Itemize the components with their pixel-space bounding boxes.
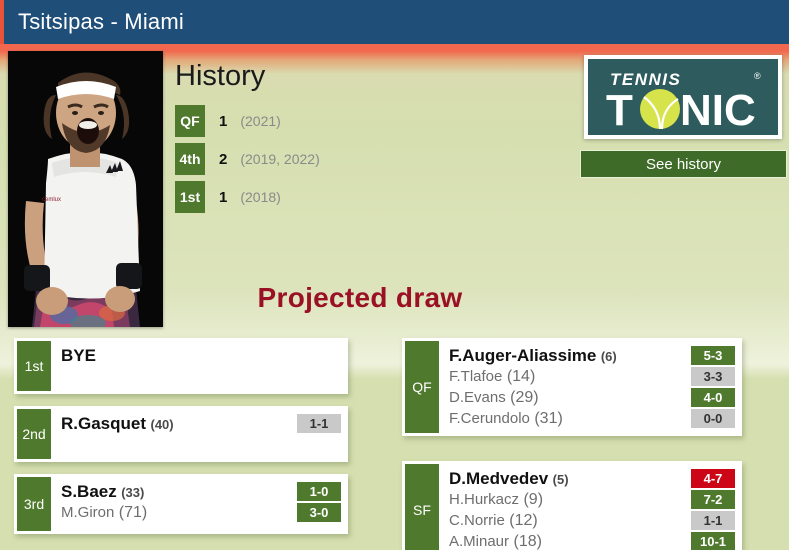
round-badge: 2nd	[17, 409, 51, 459]
head-to-head-score: 1-1	[297, 414, 341, 433]
svg-text:cemlux: cemlux	[42, 197, 61, 203]
svg-text:NIC: NIC	[680, 86, 756, 135]
player-rank: (33)	[121, 484, 145, 500]
player-row[interactable]: S.Baez (33) 1-0	[61, 481, 345, 502]
player-name: R.Gasquet	[61, 413, 147, 433]
head-to-head-score: 4-0	[691, 388, 735, 407]
round-badge: SF	[405, 464, 439, 550]
player-name: F.Cerundolo	[449, 409, 530, 427]
player-row[interactable]: D.Evans (29) 4-0	[449, 387, 739, 408]
player-row[interactable]: M.Giron (71) 3-0	[61, 502, 345, 523]
head-to-head-score: 10-1	[691, 532, 735, 550]
page-title: Tsitsipas - Miami	[18, 9, 184, 34]
player-rank: (6)	[600, 348, 617, 364]
player-row[interactable]: BYE	[61, 345, 345, 366]
player-name: BYE	[61, 345, 96, 365]
player-name: F.Tlafoe	[449, 367, 503, 385]
round-badge: 3rd	[17, 477, 51, 531]
history-count: 1	[219, 188, 228, 206]
player-rank: (9)	[523, 490, 544, 508]
player-row[interactable]: F.Auger-Aliassime (6) 5-3	[449, 345, 739, 366]
see-history-button[interactable]: See history	[580, 150, 787, 178]
player-rank: (40)	[150, 416, 174, 432]
round-badge: 1st	[17, 341, 51, 391]
player-name: S.Baez	[61, 481, 117, 501]
player-row[interactable]: H.Hurkacz (9) 7-2	[449, 489, 739, 510]
card-body: BYE	[51, 341, 345, 391]
draw-card-1st-round[interactable]: 1st BYE	[14, 338, 348, 394]
svg-text:T: T	[606, 86, 633, 135]
head-to-head-score: 5-3	[691, 346, 735, 365]
head-to-head-score: 1-1	[691, 511, 735, 530]
card-body: D.Medvedev (5) 4-7 H.Hurkacz (9) 7-2 C.N…	[439, 464, 739, 550]
history-round-badge: QF	[175, 105, 205, 137]
player-rank: (14)	[506, 367, 536, 385]
history-round-badge: 1st	[175, 181, 205, 213]
player-rank: (18)	[513, 532, 542, 550]
history-years: (2019, 2022)	[240, 151, 320, 167]
player-row[interactable]: F.Tlafoe (14) 3-3	[449, 366, 739, 387]
player-rank: (12)	[509, 511, 538, 529]
player-row[interactable]: R.Gasquet (40) 1-1	[61, 413, 345, 434]
head-to-head-score: 0-0	[691, 409, 735, 428]
history-count: 1	[219, 112, 228, 130]
svg-text:®: ®	[754, 71, 761, 81]
player-row[interactable]: A.Minaur (18) 10-1	[449, 531, 739, 550]
player-name: D.Evans	[449, 388, 506, 406]
head-to-head-score: 7-2	[691, 490, 735, 509]
round-badge: QF	[405, 341, 439, 433]
history-title: History	[175, 60, 266, 92]
player-name: D.Medvedev	[449, 468, 549, 488]
tennis-tonic-logo[interactable]: TENNIS ® T NIC	[584, 55, 782, 139]
player-name: M.Giron	[61, 503, 115, 521]
history-count: 2	[219, 150, 228, 168]
page-header: Tsitsipas - Miami	[0, 0, 789, 44]
history-row: 1st 1 (2018)	[175, 181, 281, 213]
head-to-head-score: 3-0	[297, 503, 341, 522]
player-rank: (5)	[552, 471, 569, 487]
player-name: F.Auger-Aliassime	[449, 345, 597, 365]
head-to-head-score: 3-3	[691, 367, 735, 386]
player-name: A.Minaur	[449, 532, 510, 550]
player-row[interactable]: C.Norrie (12) 1-1	[449, 510, 739, 531]
player-rank: (31)	[534, 409, 563, 427]
player-name: C.Norrie	[449, 511, 505, 529]
player-rank: (71)	[118, 503, 148, 521]
draw-card-semifinal[interactable]: SF D.Medvedev (5) 4-7 H.Hurkacz (9) 7-2 …	[402, 461, 742, 550]
history-round-badge: 4th	[175, 143, 205, 175]
history-row: QF 1 (2021)	[175, 105, 281, 137]
player-row[interactable]: D.Medvedev (5) 4-7	[449, 468, 739, 489]
card-body: F.Auger-Aliassime (6) 5-3 F.Tlafoe (14) …	[439, 341, 739, 433]
player-rank: (29)	[510, 388, 539, 406]
draw-card-2nd-round[interactable]: 2nd R.Gasquet (40) 1-1	[14, 406, 348, 462]
history-years: (2021)	[240, 113, 281, 129]
draw-card-3rd-round[interactable]: 3rd S.Baez (33) 1-0 M.Giron (71) 3-0	[14, 474, 348, 534]
player-name: H.Hurkacz	[449, 490, 520, 508]
card-body: R.Gasquet (40) 1-1	[51, 409, 345, 459]
history-years: (2018)	[240, 189, 281, 205]
head-to-head-score: 1-0	[297, 482, 341, 501]
card-body: S.Baez (33) 1-0 M.Giron (71) 3-0	[51, 477, 345, 531]
projected-draw-title: Projected draw	[257, 282, 463, 313]
head-to-head-score: 4-7	[691, 469, 735, 488]
history-row: 4th 2 (2019, 2022)	[175, 143, 320, 175]
draw-card-quarterfinal[interactable]: QF F.Auger-Aliassime (6) 5-3 F.Tlafoe (1…	[402, 338, 742, 436]
player-row[interactable]: F.Cerundolo (31) 0-0	[449, 408, 739, 429]
